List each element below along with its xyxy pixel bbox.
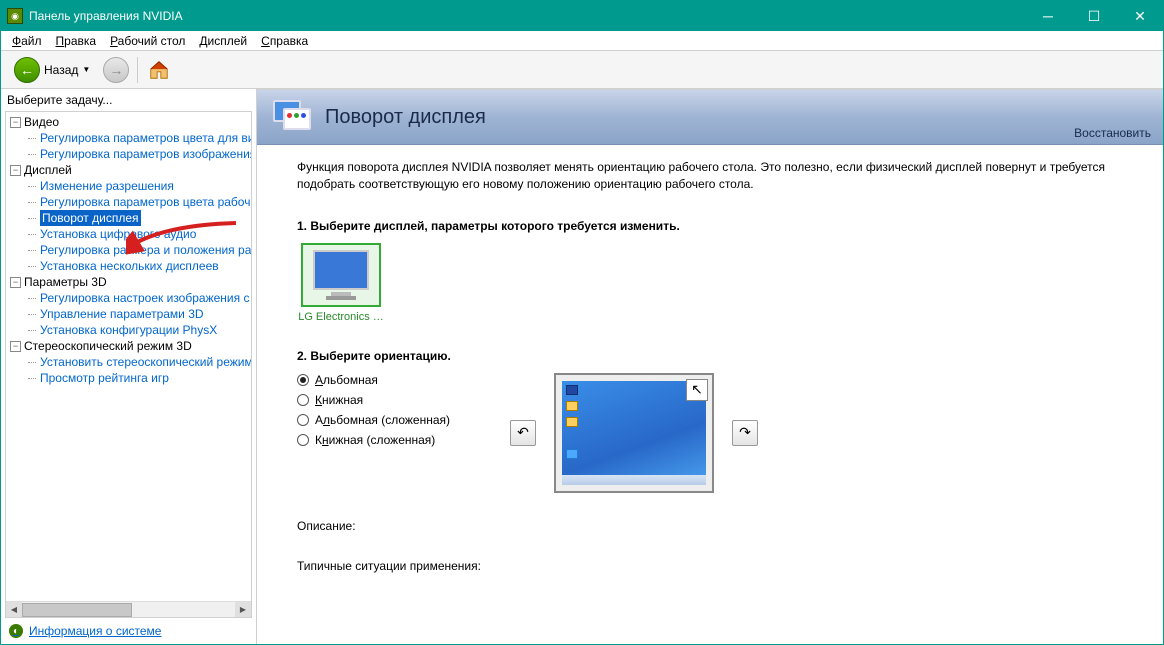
back-dropdown-icon[interactable]: ▼ [82,65,90,74]
tree-category-stereo3d[interactable]: − Стереоскопический режим 3D [6,338,251,354]
task-tree: − Видео Регулировка параметров цвета для… [5,111,252,618]
tree-item-multi-display[interactable]: Установка нескольких дисплеев [6,258,251,274]
scroll-track[interactable] [22,602,235,618]
home-button[interactable] [146,57,172,83]
minimize-button[interactable]: ─ [1025,1,1071,31]
preview-monitor: ↖ [554,373,714,493]
tree-item-3d-image[interactable]: Регулировка настроек изображения с пр [6,290,251,306]
page-title: Поворот дисплея [325,106,486,129]
radio-icon [297,414,309,426]
step-2: 2. Выберите ориентацию. Альбомная Книжна… [297,349,1123,493]
tree-category-3d[interactable]: − Параметры 3D [6,274,251,290]
collapse-icon[interactable]: − [10,165,21,176]
menubar: Файл Правка Рабочий стол Дисплей Справка [1,31,1163,51]
window-title: Панель управления NVIDIA [29,9,1025,23]
back-arrow-icon: ← [14,57,40,83]
menu-edit[interactable]: Правка [49,32,104,50]
system-info-link[interactable]: ◐ Информация о системе [1,618,256,644]
menu-file[interactable]: Файл [5,32,49,50]
tree-item-rotate-display[interactable]: Поворот дисплея [40,210,141,226]
back-label: Назад [44,63,78,77]
display-name: LG Electronics … [297,311,385,323]
page-description: Функция поворота дисплея NVIDIA позволяе… [297,159,1117,193]
rotate-display-icon [273,100,313,134]
collapse-icon[interactable]: − [10,117,21,128]
preview-desktop [562,381,706,485]
main-panel: Поворот дисплея Восстановить Функция пов… [257,89,1163,644]
display-card[interactable]: LG Electronics … [297,243,385,323]
radio-landscape[interactable]: Альбомная [297,373,450,387]
radio-portrait[interactable]: Книжная [297,393,450,407]
radio-icon [297,374,309,386]
tree-item-resolution[interactable]: Изменение разрешения [6,178,251,194]
monitor-icon [301,243,381,307]
menu-display[interactable]: Дисплей [192,32,254,50]
step-1-title: 1. Выберите дисплей, параметры которого … [297,219,1123,233]
usage-label: Типичные ситуации применения: [297,559,1123,573]
titlebar: ◉ Панель управления NVIDIA ─ ☐ ✕ [1,1,1163,31]
maximize-button[interactable]: ☐ [1071,1,1117,31]
tree-item-video-image[interactable]: Регулировка параметров изображения д [6,146,251,162]
forward-button[interactable]: → [103,57,129,83]
rotate-ccw-button[interactable]: ↶ [510,420,536,446]
radio-icon [297,434,309,446]
tree-scrollbar[interactable]: ◀ ▶ [6,601,251,617]
step-1: 1. Выберите дисплей, параметры которого … [297,219,1123,323]
menu-desktop[interactable]: Рабочий стол [103,32,192,50]
info-icon: ◐ [9,624,23,638]
rotation-indicator-icon: ↖ [686,379,708,401]
menu-help[interactable]: Справка [254,32,315,50]
tree-item-size-position[interactable]: Регулировка размера и положения рабо [6,242,251,258]
collapse-icon[interactable]: − [10,341,21,352]
tree-category-video[interactable]: − Видео [6,114,251,130]
tree-item-digital-audio[interactable]: Установка цифрового аудио [6,226,251,242]
tree-item-3d-manage[interactable]: Управление параметрами 3D [6,306,251,322]
page-header: Поворот дисплея Восстановить [257,90,1163,145]
radio-portrait-flipped[interactable]: Книжная (сложенная) [297,433,450,447]
app-icon: ◉ [7,8,23,24]
rotate-cw-button[interactable]: ↷ [732,420,758,446]
description-label: Описание: [297,519,1123,533]
tree-item-physx[interactable]: Установка конфигурации PhysX [6,322,251,338]
tree-category-display[interactable]: − Дисплей [6,162,251,178]
step-2-title: 2. Выберите ориентацию. [297,349,1123,363]
scroll-left-icon[interactable]: ◀ [6,602,22,618]
close-button[interactable]: ✕ [1117,1,1163,31]
home-icon [148,59,170,81]
collapse-icon[interactable]: − [10,277,21,288]
tree-item-stereo-setup[interactable]: Установить стереоскопический режим 3 [6,354,251,370]
toolbar: ← Назад ▼ → [1,51,1163,89]
scroll-thumb[interactable] [22,603,132,617]
sidebar: Выберите задачу... − Видео Регулировка п… [1,89,257,644]
restore-link[interactable]: Восстановить [1074,126,1151,140]
back-button[interactable]: ← Назад ▼ [9,54,95,86]
tree-item-desktop-color[interactable]: Регулировка параметров цвета рабочег [6,194,251,210]
toolbar-separator [137,57,138,83]
tree-item-game-rating[interactable]: Просмотр рейтинга игр [6,370,251,386]
scroll-right-icon[interactable]: ▶ [235,602,251,618]
radio-icon [297,394,309,406]
tree-item-video-color[interactable]: Регулировка параметров цвета для вид [6,130,251,146]
task-prompt: Выберите задачу... [1,89,256,111]
radio-landscape-flipped[interactable]: Альбомная (сложенная) [297,413,450,427]
